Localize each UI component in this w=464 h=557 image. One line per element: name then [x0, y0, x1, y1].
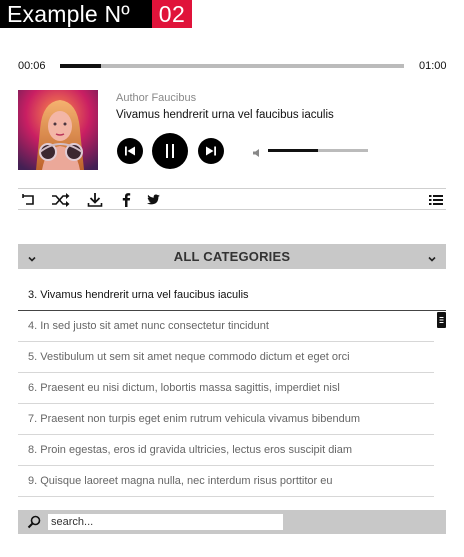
skip-next-icon: [206, 146, 216, 156]
search-bar: [18, 510, 446, 534]
list-item-label: 6. Praesent eu nisi dictum, lobortis mas…: [28, 382, 340, 394]
elapsed-time: 00:06: [18, 60, 46, 72]
player-toolbar: [18, 188, 446, 210]
list-item-label: 5. Vestibulum ut sem sit amet neque comm…: [28, 351, 350, 363]
list-item-label: 4. In sed justo sit amet nunc consectetu…: [28, 320, 269, 332]
previous-button[interactable]: [117, 138, 143, 164]
list-item-label: 3. Vivamus hendrerit urna vel faucibus i…: [28, 289, 249, 301]
track-author: Author Faucibus: [116, 92, 197, 104]
list-item[interactable]: 5. Vestibulum ut sem sit amet neque comm…: [18, 342, 434, 373]
search-icon: [27, 515, 41, 534]
list-item-label: 7. Praesent non turpis eget enim rutrum …: [28, 413, 361, 425]
volume-fill: [268, 149, 318, 152]
search-input[interactable]: [48, 514, 283, 530]
twitter-icon[interactable]: [145, 192, 161, 208]
list-item[interactable]: 6. Praesent eu nisi dictum, lobortis mas…: [18, 373, 434, 404]
next-button[interactable]: [198, 138, 224, 164]
volume-icon[interactable]: [252, 145, 262, 163]
playlist-icon[interactable]: [428, 192, 444, 208]
skip-previous-icon: [125, 146, 135, 156]
track-title: Vivamus hendrerit urna vel faucibus iacu…: [116, 109, 334, 121]
list-item[interactable]: 7. Praesent non turpis eget enim rutrum …: [18, 404, 434, 435]
pause-icon: [166, 144, 174, 158]
list-item-label: 8. Proin egestas, eros id gravida ultric…: [28, 444, 353, 456]
progress-bar[interactable]: [60, 64, 404, 68]
playlist-scrollbar[interactable]: [437, 312, 446, 328]
album-cover: [18, 90, 98, 170]
category-select[interactable]: ALL CATEGORIES: [18, 244, 446, 269]
list-item[interactable]: 9. Quisque laoreet magna nulla, nec inte…: [18, 466, 434, 497]
repeat-icon[interactable]: [20, 192, 36, 208]
facebook-icon[interactable]: [118, 192, 134, 208]
list-item[interactable]: 4. In sed justo sit amet nunc consectetu…: [18, 311, 434, 342]
play-pause-button[interactable]: [152, 133, 188, 169]
download-icon[interactable]: [87, 192, 103, 208]
progress-fill: [60, 64, 102, 68]
volume-slider[interactable]: [268, 149, 368, 152]
list-item[interactable]: 3. Vivamus hendrerit urna vel faucibus i…: [18, 280, 446, 311]
list-item-label: 9. Quisque laoreet magna nulla, nec inte…: [28, 475, 333, 487]
chevron-down-icon: [427, 251, 437, 269]
duration-time: 01:00: [419, 60, 447, 72]
example-number-badge: 02: [152, 0, 192, 28]
list-item[interactable]: 8. Proin egestas, eros id gravida ultric…: [18, 435, 434, 466]
playlist: 3. Vivamus hendrerit urna vel faucibus i…: [18, 280, 446, 497]
shuffle-icon[interactable]: [51, 192, 71, 208]
category-label: ALL CATEGORIES: [173, 249, 291, 264]
page-title: Example Nº: [0, 0, 152, 28]
